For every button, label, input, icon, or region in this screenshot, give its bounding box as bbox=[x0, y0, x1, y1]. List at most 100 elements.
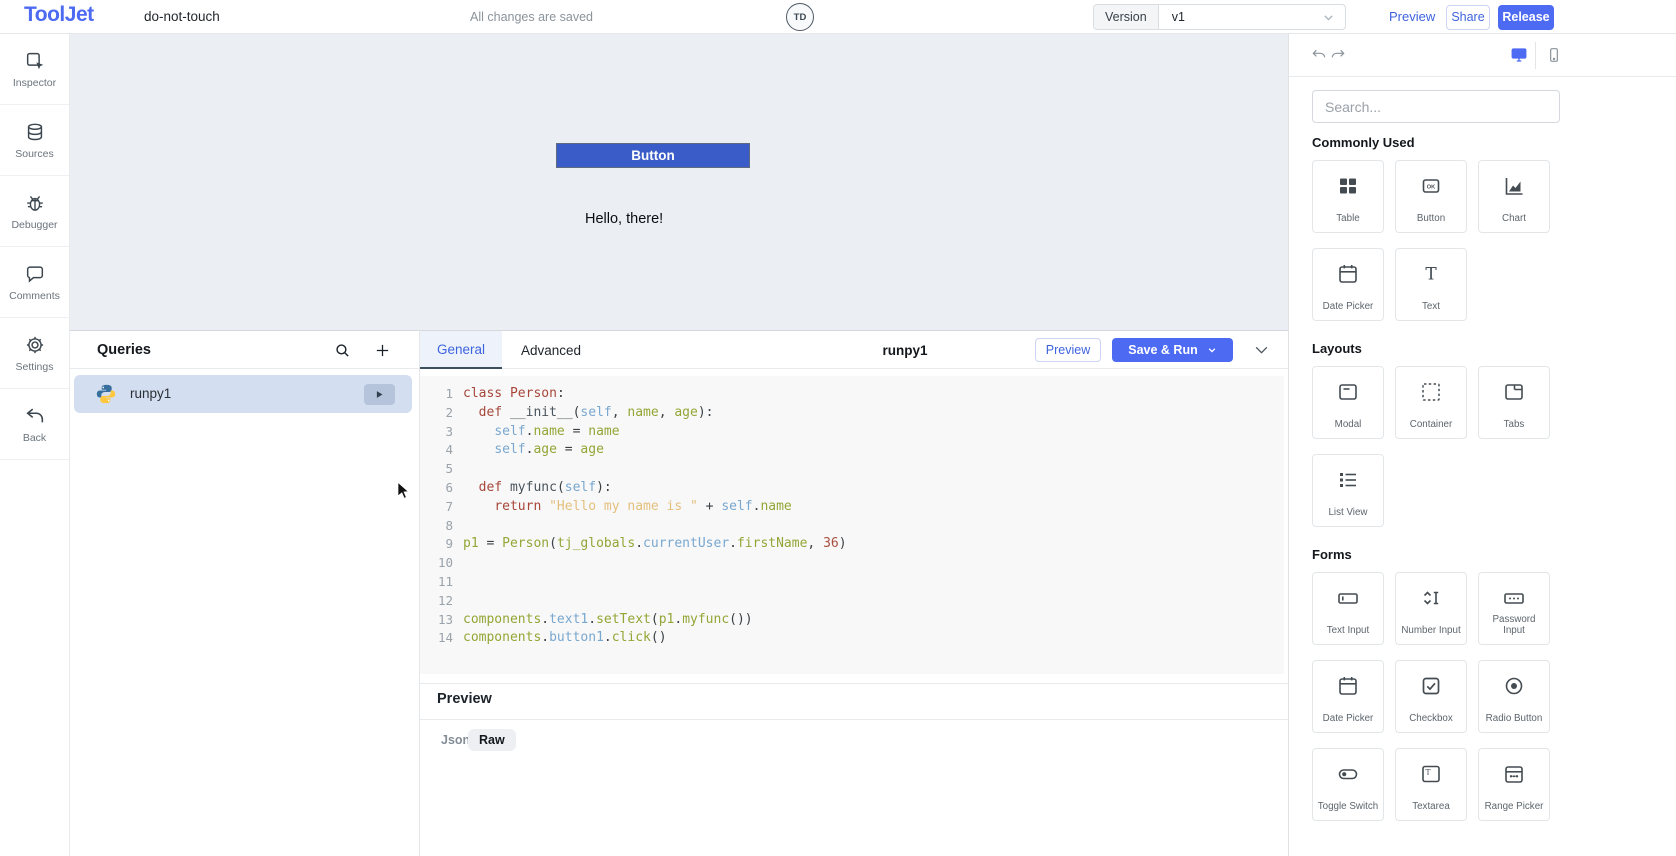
preview-tab-raw[interactable]: Raw bbox=[468, 729, 516, 751]
widget-panel-topbar bbox=[1289, 34, 1676, 77]
mobile-layout-icon[interactable] bbox=[1546, 46, 1562, 64]
widget-card-list-view[interactable]: List View bbox=[1312, 454, 1384, 527]
line-number: 13 bbox=[420, 611, 453, 630]
widget-card-textarea[interactable]: T Textarea bbox=[1395, 748, 1467, 821]
chevron-down-icon bbox=[1322, 5, 1345, 29]
text-input-icon bbox=[1336, 586, 1360, 610]
sidebar-item-debugger[interactable]: Debugger bbox=[0, 176, 69, 247]
widget-card-label: Text Input bbox=[1324, 625, 1372, 637]
text-icon: T bbox=[1419, 262, 1443, 286]
widget-panel: Commonly Used Table OKButton Chart Date Pick… bbox=[1288, 34, 1676, 856]
query-preview-button[interactable]: Preview bbox=[1035, 338, 1101, 362]
widget-card-radio-button[interactable]: Radio Button bbox=[1478, 660, 1550, 733]
widget-card-label: Textarea bbox=[1409, 801, 1453, 813]
code-line: 11 bbox=[420, 573, 1284, 592]
toggle-switch-icon bbox=[1336, 762, 1360, 786]
tooljet-logo[interactable]: ToolJet bbox=[24, 3, 94, 27]
widget-sections: Commonly Used Table OKButton Chart Date Pick… bbox=[1312, 135, 1676, 821]
number-input-icon bbox=[1419, 586, 1443, 610]
queries-header: Queries bbox=[70, 331, 419, 369]
code-text: p1 = Person(tj_globals.currentUser.first… bbox=[463, 535, 847, 554]
save-status: All changes are saved bbox=[470, 10, 593, 24]
sidebar-item-comments[interactable]: Comments bbox=[0, 247, 69, 318]
avatar[interactable]: TD bbox=[786, 3, 814, 31]
code-text: self.age = age bbox=[463, 441, 604, 460]
radio-button-icon bbox=[1502, 674, 1526, 698]
sidebar-item-sources[interactable]: Sources bbox=[0, 105, 69, 176]
share-button[interactable]: Share bbox=[1446, 5, 1490, 30]
line-number: 9 bbox=[420, 535, 453, 554]
save-and-run-button[interactable]: Save & Run bbox=[1112, 338, 1233, 362]
widget-card-label: Modal bbox=[1332, 419, 1365, 431]
queries-panel: Queries runpy1 bbox=[70, 330, 420, 856]
version-label: Version bbox=[1094, 5, 1159, 29]
widget-card-text[interactable]: TText bbox=[1395, 248, 1467, 321]
widget-card-table[interactable]: Table bbox=[1312, 160, 1384, 233]
query-editor-tabbar: General Advanced runpy1 Preview Save & R… bbox=[420, 331, 1288, 369]
svg-text:OK: OK bbox=[1427, 185, 1435, 191]
debugger-icon bbox=[24, 192, 46, 214]
code-editor[interactable]: 1class Person:2 def __init__(self, name,… bbox=[420, 376, 1284, 674]
app-name[interactable]: do-not-touch bbox=[144, 9, 220, 24]
comments-icon bbox=[24, 263, 46, 285]
canvas-button-widget[interactable]: Button bbox=[556, 143, 750, 168]
app-preview-link[interactable]: Preview bbox=[1389, 9, 1435, 24]
widget-card-container[interactable]: Container bbox=[1395, 366, 1467, 439]
query-editor-title: runpy1 bbox=[855, 331, 955, 369]
redo-icon[interactable] bbox=[1330, 47, 1346, 63]
line-number: 8 bbox=[420, 517, 453, 536]
app-canvas[interactable]: Button Hello, there! bbox=[70, 34, 1288, 330]
widget-card-label: Chart bbox=[1499, 213, 1529, 225]
widget-card-label: Table bbox=[1333, 213, 1362, 225]
widget-card-label: Date Picker bbox=[1320, 713, 1377, 725]
undo-icon[interactable] bbox=[1311, 47, 1327, 63]
version-selector[interactable]: Version v1 bbox=[1093, 4, 1346, 30]
widget-card-date-picker[interactable]: Date Picker bbox=[1312, 660, 1384, 733]
query-name: runpy1 bbox=[130, 386, 171, 401]
desktop-layout-icon[interactable] bbox=[1510, 46, 1528, 64]
widget-card-label: Container bbox=[1407, 419, 1455, 431]
widget-card-date-picker[interactable]: Date Picker bbox=[1312, 248, 1384, 321]
line-number: 7 bbox=[420, 498, 453, 517]
collapse-panel-icon[interactable] bbox=[1252, 342, 1271, 358]
code-line: 7 return "Hello my name is " + self.name bbox=[420, 498, 1284, 517]
sidebar-item-back[interactable]: Back bbox=[0, 389, 69, 460]
widget-card-toggle-switch[interactable]: Toggle Switch bbox=[1312, 748, 1384, 821]
line-number: 10 bbox=[420, 554, 453, 573]
widget-section-title: Commonly Used bbox=[1312, 135, 1676, 151]
widget-card-tabs[interactable]: Tabs bbox=[1478, 366, 1550, 439]
sidebar-item-label: Sources bbox=[15, 148, 54, 160]
widget-card-modal[interactable]: Modal bbox=[1312, 366, 1384, 439]
search-icon[interactable] bbox=[334, 342, 351, 359]
widget-card-chart[interactable]: Chart bbox=[1478, 160, 1550, 233]
query-list-item[interactable]: runpy1 bbox=[74, 375, 412, 413]
sidebar-item-settings[interactable]: Settings bbox=[0, 318, 69, 389]
widget-section-title: Forms bbox=[1312, 547, 1676, 563]
query-editor-panel: General Advanced runpy1 Preview Save & R… bbox=[420, 330, 1288, 856]
widget-card-password-input[interactable]: Password Input bbox=[1478, 572, 1550, 645]
container-icon bbox=[1419, 380, 1443, 404]
svg-text:T: T bbox=[1425, 767, 1430, 776]
code-text: def myfunc(self): bbox=[463, 479, 612, 498]
canvas-text-widget[interactable]: Hello, there! bbox=[585, 211, 663, 227]
widget-card-text-input[interactable]: Text Input bbox=[1312, 572, 1384, 645]
tab-general[interactable]: General bbox=[420, 331, 502, 369]
run-query-button[interactable] bbox=[364, 384, 395, 405]
widget-card-button[interactable]: OKButton bbox=[1395, 160, 1467, 233]
widget-card-number-input[interactable]: Number Input bbox=[1395, 572, 1467, 645]
add-query-icon[interactable] bbox=[374, 342, 391, 359]
divider bbox=[420, 683, 1288, 684]
sidebar-item-inspector[interactable]: Inspector bbox=[0, 34, 69, 105]
widget-card-range-picker[interactable]: Range Picker bbox=[1478, 748, 1550, 821]
code-line: 10 bbox=[420, 554, 1284, 573]
widget-card-checkbox[interactable]: Checkbox bbox=[1395, 660, 1467, 733]
sidebar-item-label: Inspector bbox=[13, 77, 56, 89]
version-value: v1 bbox=[1159, 5, 1322, 29]
range-picker-icon bbox=[1502, 762, 1526, 786]
line-number: 1 bbox=[420, 385, 453, 404]
header: ToolJet do-not-touch All changes are sav… bbox=[0, 0, 1676, 34]
tab-advanced[interactable]: Advanced bbox=[502, 331, 600, 369]
widget-card-label: Checkbox bbox=[1406, 713, 1456, 725]
widget-search-input[interactable] bbox=[1312, 90, 1560, 123]
release-button[interactable]: Release bbox=[1498, 5, 1554, 30]
